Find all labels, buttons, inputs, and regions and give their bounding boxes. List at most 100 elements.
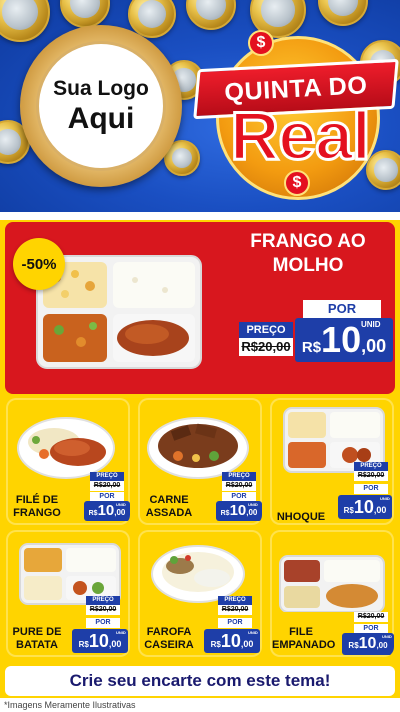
product-name-line: FRANGO [13,507,61,520]
product-name-line: CASEIRA [144,639,194,652]
price-decimal: ,00 [373,505,387,515]
unid-label: UNID [361,320,381,329]
product-card[interactable]: FILE EMPANADO R$20,00 POR R$ 10 ,00 UNID [270,530,394,657]
unid-label: UNID [116,630,126,635]
preco-label: PREÇO [222,472,256,481]
product-name: FAROFA CASEIRA [140,626,198,652]
preco-label: PREÇO [218,596,252,605]
coin-icon [186,0,236,30]
old-price: R$20,00 [222,481,256,491]
discount-badge: -50% [13,238,65,290]
logo-text: Aqui [67,101,135,135]
product-name-line: FILE [289,626,313,638]
product-price-block: R$20,00 POR R$ 10 ,00 UNID [336,612,394,656]
price-decimal: ,00 [240,639,254,649]
old-price: R$20,00 [90,481,124,491]
por-label: POR [303,300,381,318]
featured-product-name: FRANGO AO MOLHO [243,230,373,278]
por-label: POR [354,624,388,633]
price-integer: 10 [358,635,377,652]
unid-label: UNID [248,502,258,507]
product-name: FILÉ DE FRANGO [8,494,66,520]
unid-label: UNID [382,634,392,639]
product-name-line: NHOQUE [276,511,326,523]
price-currency: R$ [348,641,359,650]
price-decimal: ,00 [108,639,122,649]
promo-title: QUINTA DO Real $ $ [193,28,399,200]
logo-text: Sua Logo [53,77,149,101]
price-decimal: ,00 [361,336,387,356]
featured-name-line: FRANGO AO [250,231,366,252]
cta-banner[interactable]: Crie seu encarte com este tema! [5,666,395,696]
logo-placeholder: Sua Logo Aqui [20,25,182,187]
coin-icon [60,0,110,28]
preco-label: PREÇO [86,596,120,605]
product-name-line: FILÉ DE [15,494,59,506]
product-name: CARNE ASSADA [140,494,198,520]
price-decimal: ,00 [114,508,126,517]
price-integer: 10 [229,502,247,519]
product-card[interactable]: FILÉ DE FRANGO PREÇO R$20,00 POR R$ 10 ,… [6,398,130,525]
featured-product[interactable]: -50% FRANGO AO MOLHO POR PREÇO R$20,00 R… [5,222,395,394]
logo-text-area: Sua Logo Aqui [36,41,166,171]
old-price: R$20,00 [354,612,388,622]
product-name-line: PURE DE [12,626,62,638]
price-integer: 10 [97,502,115,519]
header-banner: Sua Logo Aqui QUINTA DO Real $ $ [0,0,400,212]
product-card[interactable]: CARNE ASSADA PREÇO R$20,00 POR R$ 10 ,00… [138,398,262,525]
product-price-block: PREÇO R$20,00 POR R$ 10 ,00 UNID [72,472,130,522]
old-price: R$20,00 [354,471,388,481]
price-integer: 10 [321,319,362,360]
featured-price-block: POR PREÇO R$20,00 R$ 10 ,00 UNID [237,300,393,372]
price-currency: R$ [78,640,89,649]
product-name: PURE DE BATATA [8,626,66,652]
product-card[interactable]: PURE DE BATATA PREÇO R$20,00 POR R$ 10 ,… [6,530,130,657]
product-name-line: BATATA [16,639,58,652]
old-price: R$20,00 [86,605,120,615]
food-bowl-image [147,417,249,479]
product-name-line: CARNE [149,494,189,506]
preco-label: PREÇO [354,462,388,471]
product-name: FILE EMPANADO [272,626,336,652]
preco-label: PREÇO [90,472,124,481]
product-name-line: FAROFA [146,626,192,638]
price-currency: R$ [210,640,221,649]
product-card[interactable]: FAROFA CASEIRA PREÇO R$20,00 POR R$ 10 ,… [138,530,262,657]
product-price-block: PREÇO R$20,00 POR R$ 10 ,00 UNID [336,462,394,522]
old-price: R$20,00 [218,605,252,615]
food-tray-image [279,555,385,612]
featured-name-line: MOLHO [272,254,344,276]
preco-label: PREÇO [239,322,293,338]
coin-icon [0,0,50,42]
por-label: POR [222,492,256,501]
product-card[interactable]: NHOQUE PREÇO R$20,00 POR R$ 10 ,00 UNID [270,398,394,525]
por-label: POR [218,618,252,628]
price-currency: R$ [220,510,230,517]
unid-label: UNID [248,630,258,635]
por-label: POR [86,618,120,628]
disclaimer-text: *Imagens Meramente Ilustrativas [0,698,400,712]
unid-label: UNID [380,496,390,501]
dollar-icon: $ [284,170,310,196]
product-price-block: PREÇO R$20,00 POR R$ 10 ,00 UNID [200,596,262,654]
promo-title-line2: Real [229,98,373,174]
por-label: POR [354,484,388,494]
price-currency: R$ [343,506,354,515]
food-plate-image [17,417,115,479]
por-label: POR [90,492,124,501]
product-price-block: PREÇO R$20,00 POR R$ 10 ,00 UNID [68,596,130,654]
product-name: NHOQUE [272,511,330,524]
price-decimal: ,00 [376,641,388,650]
divider [0,212,400,220]
product-price-block: PREÇO R$20,00 POR R$ 10 ,00 UNID [204,472,262,522]
price-currency: R$ [301,339,322,356]
product-name-line: ASSADA [145,507,193,520]
price-decimal: ,00 [246,508,258,517]
product-name-line: EMPANADO [272,639,336,652]
old-price: R$20,00 [239,338,293,356]
coin-icon [318,0,368,26]
price-currency: R$ [88,510,98,517]
dollar-icon: $ [248,30,274,56]
price-integer: 10 [220,631,241,651]
price-integer: 10 [353,497,374,517]
